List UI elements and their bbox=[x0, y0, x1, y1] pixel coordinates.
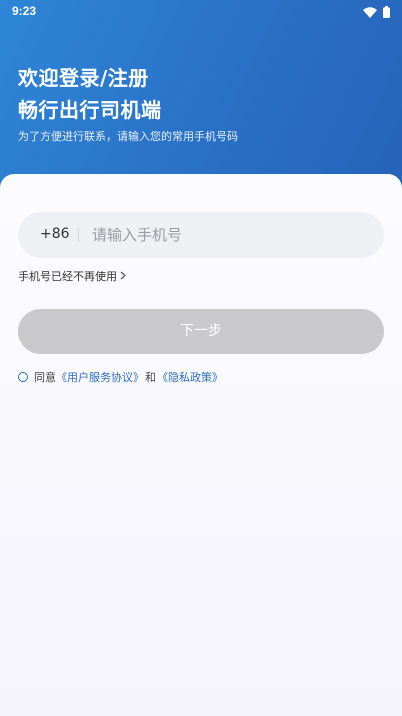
battery-icon bbox=[383, 3, 390, 22]
phone-input[interactable] bbox=[92, 212, 362, 258]
status-icons bbox=[363, 5, 390, 19]
status-bar: 9:23 bbox=[0, 0, 402, 24]
page-title-line2: 畅行出行司机端 bbox=[18, 98, 162, 122]
number-not-used-label: 手机号已经不再使用 bbox=[18, 270, 117, 283]
field-divider bbox=[78, 228, 79, 242]
agreement-radio[interactable] bbox=[18, 372, 28, 382]
next-step-button[interactable]: 下一步 bbox=[18, 309, 384, 354]
wifi-icon bbox=[363, 3, 377, 22]
page-subtitle: 为了方便进行联系，请输入您的常用手机号码 bbox=[18, 130, 238, 143]
country-code-selector[interactable]: +86 bbox=[40, 226, 70, 242]
user-agreement-link[interactable]: 《用户服务协议》 bbox=[56, 369, 144, 385]
status-time: 9:23 bbox=[12, 4, 37, 18]
number-not-used-link[interactable]: 手机号已经不再使用 bbox=[18, 268, 126, 284]
chevron-right-icon bbox=[120, 270, 126, 283]
page-title-line1: 欢迎登录/注册 bbox=[18, 66, 149, 90]
privacy-policy-link[interactable]: 《隐私政策》 bbox=[157, 369, 223, 385]
agreement-and: 和 bbox=[145, 371, 156, 384]
agreement-prefix: 同意 bbox=[34, 371, 56, 384]
agreement-row: 同意 《用户服务协议》 和 《隐私政策》 bbox=[18, 369, 223, 385]
phone-field[interactable]: +86 bbox=[18, 212, 384, 258]
